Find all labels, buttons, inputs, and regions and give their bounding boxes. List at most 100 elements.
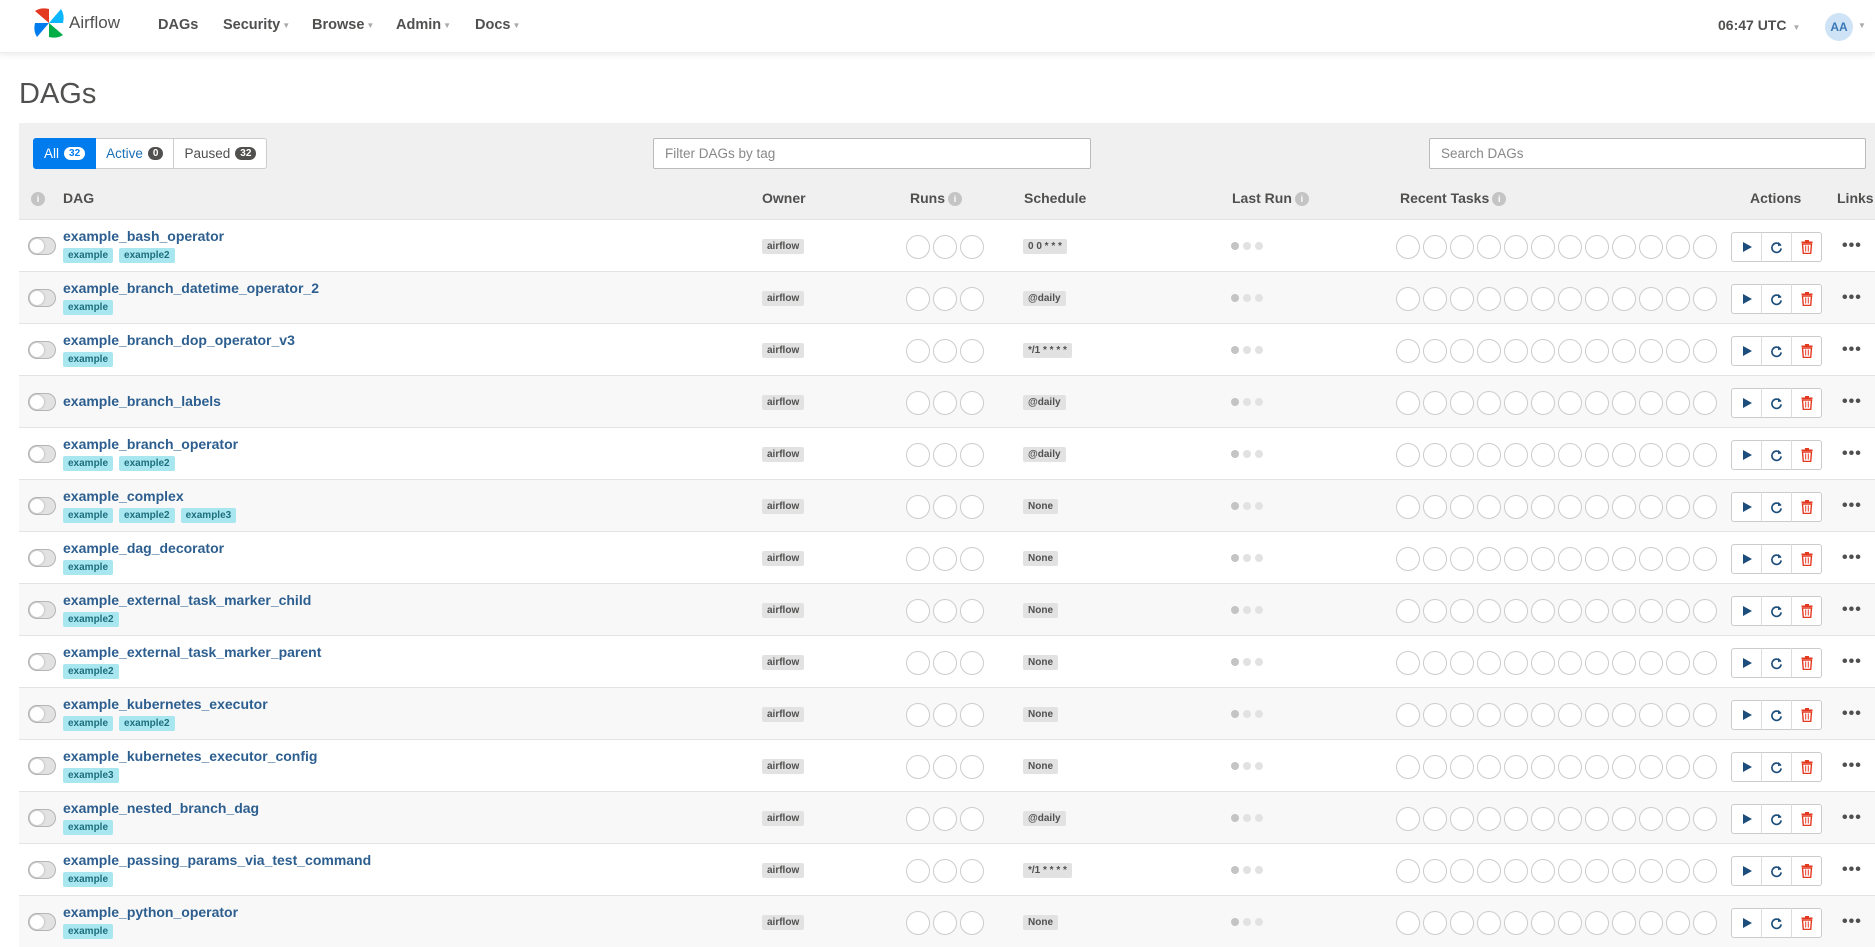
more-icon[interactable]: ••• [1842,549,1862,567]
nav-item-dags[interactable]: DAGs [158,17,198,33]
schedule-badge[interactable]: @daily [1023,447,1066,462]
owner-badge[interactable]: airflow [762,603,805,618]
run-state-circle[interactable] [960,859,984,883]
task-state-circle[interactable] [1504,703,1528,727]
run-state-circle[interactable] [960,391,984,415]
task-state-circle[interactable] [1504,495,1528,519]
schedule-badge[interactable]: @daily [1023,811,1066,826]
task-state-circle[interactable] [1585,391,1609,415]
task-state-circle[interactable] [1585,235,1609,259]
task-state-circle[interactable] [1666,391,1690,415]
task-state-circle[interactable] [1666,287,1690,311]
run-state-circle[interactable] [906,859,930,883]
task-state-circle[interactable] [1396,599,1420,623]
task-state-circle[interactable] [1639,599,1663,623]
dag-tag[interactable]: example [63,872,114,887]
owner-badge[interactable]: airflow [762,343,805,358]
task-state-circle[interactable] [1612,287,1636,311]
dag-tag[interactable]: example [63,924,114,939]
delete-dag-button[interactable] [1791,336,1822,366]
schedule-badge[interactable]: */1 * * * * [1023,343,1072,358]
task-state-circle[interactable] [1639,859,1663,883]
more-icon[interactable]: ••• [1842,861,1862,879]
run-state-circle[interactable] [960,911,984,935]
dag-tag[interactable]: example3 [63,768,119,783]
task-state-circle[interactable] [1477,859,1501,883]
owner-badge[interactable]: airflow [762,655,805,670]
task-state-circle[interactable] [1639,235,1663,259]
run-state-circle[interactable] [933,547,957,571]
more-icon[interactable]: ••• [1842,705,1862,723]
task-state-circle[interactable] [1612,443,1636,467]
dag-tag[interactable]: example [63,248,114,263]
task-state-circle[interactable] [1450,859,1474,883]
task-state-circle[interactable] [1423,859,1447,883]
task-state-circle[interactable] [1477,755,1501,779]
task-state-circle[interactable] [1531,547,1555,571]
task-state-circle[interactable] [1666,651,1690,675]
refresh-dag-button[interactable] [1761,232,1792,262]
task-state-circle[interactable] [1423,443,1447,467]
run-state-circle[interactable] [906,599,930,623]
dag-tag[interactable]: example2 [119,508,175,523]
task-state-circle[interactable] [1504,599,1528,623]
more-icon[interactable]: ••• [1842,913,1862,931]
task-state-circle[interactable] [1477,287,1501,311]
dag-id-link[interactable]: example_bash_operator [63,228,224,244]
nav-item-docs[interactable]: Docs ▼ [475,17,520,33]
run-state-circle[interactable] [906,703,930,727]
dag-tag[interactable]: example [63,508,114,523]
task-state-circle[interactable] [1639,339,1663,363]
refresh-dag-button[interactable] [1761,908,1792,938]
delete-dag-button[interactable] [1791,804,1822,834]
delete-dag-button[interactable] [1791,388,1822,418]
task-state-circle[interactable] [1450,287,1474,311]
task-state-circle[interactable] [1477,391,1501,415]
task-state-circle[interactable] [1558,703,1582,727]
pause-toggle[interactable] [28,653,56,671]
schedule-badge[interactable]: */1 * * * * [1023,863,1072,878]
task-state-circle[interactable] [1612,807,1636,831]
brand[interactable]: Airflow [31,5,120,41]
run-state-circle[interactable] [960,235,984,259]
task-state-circle[interactable] [1396,547,1420,571]
task-state-circle[interactable] [1612,495,1636,519]
task-state-circle[interactable] [1423,651,1447,675]
task-state-circle[interactable] [1639,651,1663,675]
task-state-circle[interactable] [1585,339,1609,363]
task-state-circle[interactable] [1558,859,1582,883]
task-state-circle[interactable] [1504,443,1528,467]
task-state-circle[interactable] [1423,755,1447,779]
task-state-circle[interactable] [1423,703,1447,727]
more-icon[interactable]: ••• [1842,497,1862,515]
owner-badge[interactable]: airflow [762,707,805,722]
task-state-circle[interactable] [1693,443,1717,467]
schedule-badge[interactable]: None [1023,655,1058,670]
delete-dag-button[interactable] [1791,700,1822,730]
task-state-circle[interactable] [1450,547,1474,571]
task-state-circle[interactable] [1612,547,1636,571]
more-icon[interactable]: ••• [1842,653,1862,671]
task-state-circle[interactable] [1612,755,1636,779]
task-state-circle[interactable] [1477,599,1501,623]
task-state-circle[interactable] [1693,703,1717,727]
task-state-circle[interactable] [1585,703,1609,727]
delete-dag-button[interactable] [1791,544,1822,574]
task-state-circle[interactable] [1477,651,1501,675]
more-icon[interactable]: ••• [1842,757,1862,775]
task-state-circle[interactable] [1558,651,1582,675]
pause-toggle[interactable] [28,861,56,879]
task-state-circle[interactable] [1693,755,1717,779]
dag-id-link[interactable]: example_kubernetes_executor [63,696,268,712]
dag-id-link[interactable]: example_nested_branch_dag [63,800,259,816]
info-icon[interactable]: i [948,192,962,207]
dag-id-link[interactable]: example_branch_labels [63,393,221,409]
pause-toggle[interactable] [28,705,56,723]
task-state-circle[interactable] [1558,287,1582,311]
filter-paused-button[interactable]: Paused 32 [174,138,268,169]
schedule-badge[interactable]: None [1023,759,1058,774]
task-state-circle[interactable] [1531,755,1555,779]
task-state-circle[interactable] [1612,703,1636,727]
delete-dag-button[interactable] [1791,492,1822,522]
task-state-circle[interactable] [1585,859,1609,883]
